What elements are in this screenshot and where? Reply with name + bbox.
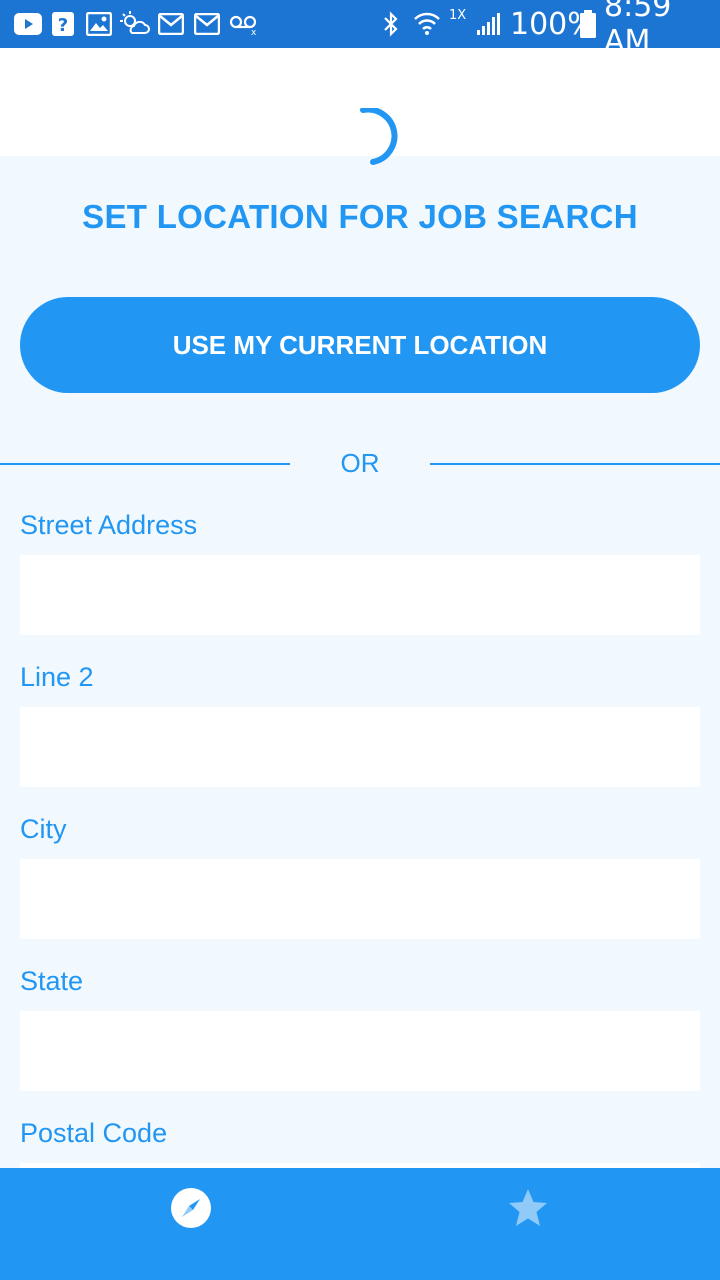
voicemail-icon: x [229, 0, 259, 48]
line2-input[interactable] [20, 707, 700, 787]
image-icon [86, 0, 112, 48]
mail-icon [194, 0, 220, 48]
help-icon: ? [52, 0, 74, 48]
or-separator: OR [340, 448, 380, 478]
nav-item-favorites[interactable] [428, 1168, 628, 1248]
clock-time: 8:59 AM [604, 0, 672, 59]
bluetooth-icon [382, 0, 400, 48]
street-address-label: Street Address [20, 510, 198, 540]
bottom-navigation [0, 1168, 720, 1280]
network-type-label: 1X [449, 8, 467, 23]
svg-text:x: x [251, 28, 257, 35]
postal-code-label: Postal Code [20, 1118, 168, 1148]
nav-item-explore[interactable] [91, 1168, 291, 1248]
weather-icon [120, 0, 150, 48]
divider-left [0, 463, 290, 465]
battery-icon [579, 0, 597, 48]
state-label: State [20, 966, 84, 996]
street-address-input[interactable] [20, 555, 700, 635]
divider-right [430, 463, 720, 465]
status-bar: ? x 1X 100% 8:59 AM [0, 0, 720, 59]
page-title: SET LOCATION FOR JOB SEARCH [82, 198, 638, 235]
loading-header [0, 48, 720, 165]
wifi-icon [413, 0, 441, 48]
city-label: City [20, 814, 67, 844]
line2-label: Line 2 [20, 662, 94, 692]
youtube-icon [14, 0, 42, 48]
signal-icon [476, 0, 502, 48]
star-icon [509, 1189, 547, 1226]
compass-icon [171, 1188, 211, 1228]
state-input[interactable] [20, 1011, 700, 1091]
svg-text:?: ? [58, 15, 68, 36]
use-current-location-button[interactable]: USE MY CURRENT LOCATION [20, 297, 700, 393]
loading-spinner-icon [360, 108, 398, 165]
city-input[interactable] [20, 859, 700, 939]
mail-icon [158, 0, 184, 48]
